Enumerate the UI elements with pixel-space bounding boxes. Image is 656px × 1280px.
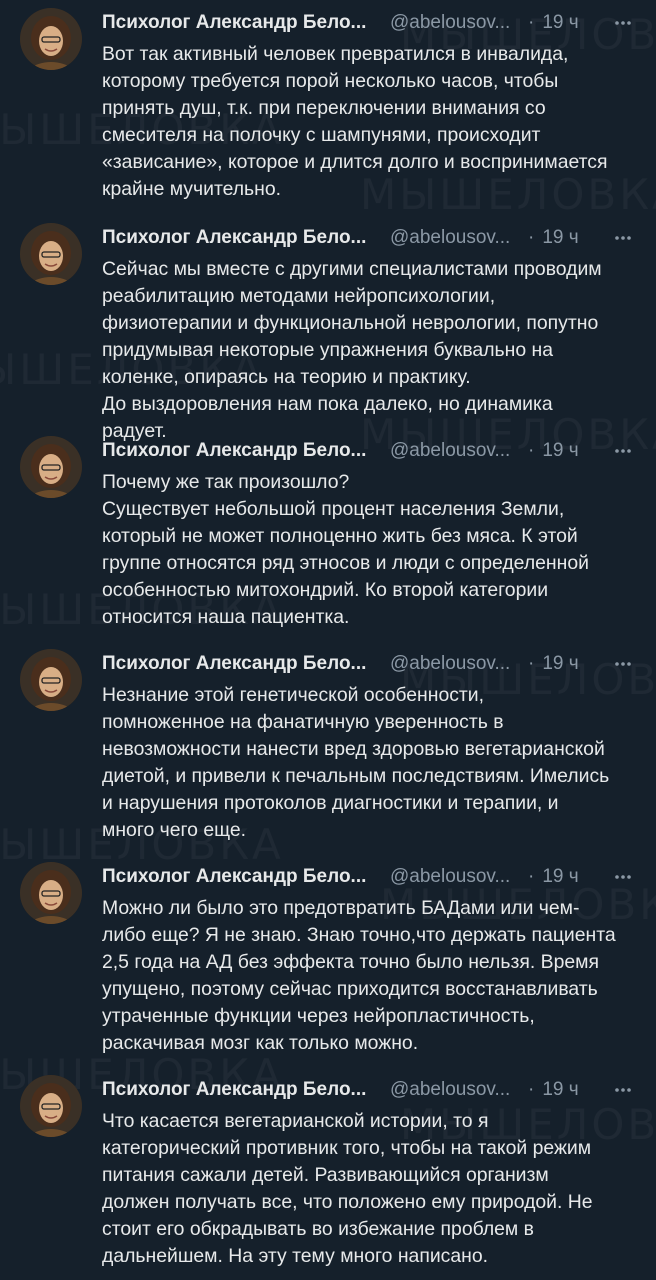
author-name[interactable]: Психолог Александр Бело...: [102, 653, 384, 675]
author-handle[interactable]: @abelousov...: [390, 653, 520, 675]
tweet-header: Психолог Александр Бело... @abelousov...…: [102, 10, 634, 36]
more-options-icon[interactable]: [612, 1081, 634, 1099]
author-handle[interactable]: @abelousov...: [390, 440, 520, 462]
tweet-text: Что касается вегетарианской истории, то …: [102, 1110, 593, 1267]
tweet-header: Психолог Александр Бело... @abelousov...…: [102, 225, 634, 251]
tweet-header: Психолог Александр Бело... @abelousov...…: [102, 1077, 634, 1103]
separator-dot: ·: [528, 12, 535, 33]
avatar[interactable]: [20, 862, 82, 924]
tweet-header: Психолог Александр Бело... @abelousov...…: [102, 651, 634, 677]
avatar-image: [20, 436, 82, 498]
more-options-icon[interactable]: [612, 229, 634, 247]
more-options-icon[interactable]: [612, 868, 634, 886]
tweet-text: Сейчас мы вместе с другими специалистами…: [102, 258, 602, 442]
separator-dot: ·: [528, 440, 535, 461]
separator-dot: ·: [528, 227, 535, 248]
timestamp[interactable]: 19 ч: [542, 653, 578, 675]
avatar[interactable]: [20, 223, 82, 285]
author-handle[interactable]: @abelousov...: [390, 12, 520, 34]
tweet[interactable]: Психолог Александр Бело... @abelousov...…: [0, 1067, 656, 1280]
tweet[interactable]: Психолог Александр Бело... @abelousov...…: [0, 428, 656, 641]
avatar-image: [20, 8, 82, 70]
timestamp[interactable]: 19 ч: [542, 440, 578, 462]
avatar-image: [20, 223, 82, 285]
avatar[interactable]: [20, 8, 82, 70]
avatar[interactable]: [20, 649, 82, 711]
avatar[interactable]: [20, 1075, 82, 1137]
tweet-text: Вот так активный человек превратился в и…: [102, 43, 608, 200]
author-name[interactable]: Психолог Александр Бело...: [102, 1079, 384, 1101]
separator-dot: ·: [528, 866, 535, 887]
separator-dot: ·: [528, 1079, 535, 1100]
timestamp[interactable]: 19 ч: [542, 227, 578, 249]
author-name[interactable]: Психолог Александр Бело...: [102, 12, 384, 34]
more-options-icon[interactable]: [612, 655, 634, 673]
author-name[interactable]: Психолог Александр Бело...: [102, 440, 384, 462]
author-name[interactable]: Психолог Александр Бело...: [102, 866, 384, 888]
avatar[interactable]: [20, 436, 82, 498]
tweet-text: Можно ли было это предотвратить БАДами и…: [102, 897, 616, 1054]
tweet-header: Психолог Александр Бело... @abelousov...…: [102, 438, 634, 464]
tweet-header: Психолог Александр Бело... @abelousov...…: [102, 864, 634, 890]
timestamp[interactable]: 19 ч: [542, 1079, 578, 1101]
timestamp[interactable]: 19 ч: [542, 866, 578, 888]
avatar-image: [20, 862, 82, 924]
tweet[interactable]: Психолог Александр Бело... @abelousov...…: [0, 854, 656, 1067]
separator-dot: ·: [528, 653, 535, 674]
tweet-thread: Психолог Александр Бело... @abelousov...…: [0, 0, 656, 1280]
author-name[interactable]: Психолог Александр Бело...: [102, 227, 384, 249]
more-options-icon[interactable]: [612, 442, 634, 460]
author-handle[interactable]: @abelousov...: [390, 227, 520, 249]
author-handle[interactable]: @abelousov...: [390, 1079, 520, 1101]
author-handle[interactable]: @abelousov...: [390, 866, 520, 888]
avatar-image: [20, 1075, 82, 1137]
avatar-image: [20, 649, 82, 711]
tweet[interactable]: Психолог Александр Бело... @abelousov...…: [0, 215, 656, 442]
tweet-text: Незнание этой генетической особенности, …: [102, 684, 610, 841]
more-options-icon[interactable]: [612, 14, 634, 32]
timestamp[interactable]: 19 ч: [542, 12, 578, 34]
tweet-text: Почему же так произошло? Существует небо…: [102, 471, 589, 628]
tweet[interactable]: Психолог Александр Бело... @abelousov...…: [0, 0, 656, 215]
tweet[interactable]: Психолог Александр Бело... @abelousov...…: [0, 641, 656, 854]
